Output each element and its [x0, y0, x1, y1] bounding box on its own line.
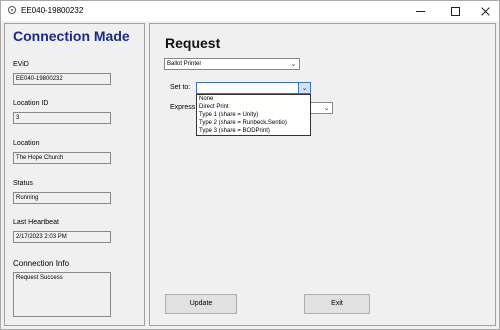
- app-icon: [8, 6, 16, 14]
- location-field: The Hope Church: [13, 152, 111, 164]
- chevron-down-icon: ⌄: [323, 105, 330, 112]
- dropdown-option-none[interactable]: None: [197, 95, 310, 103]
- dropdown-option-type-3[interactable]: Type 3 (share = BODPrint): [197, 127, 310, 135]
- heartbeat-label: Last Heartbeat: [13, 219, 59, 226]
- connection-info-box: Request Success: [13, 272, 111, 317]
- minimize-button[interactable]: [406, 1, 436, 21]
- maximize-button[interactable]: [441, 1, 471, 21]
- close-button[interactable]: [471, 1, 500, 21]
- update-button[interactable]: Update: [165, 294, 237, 314]
- status-field: Running: [13, 192, 111, 204]
- express-label: Express: [170, 104, 196, 111]
- connection-panel: Connection Made EViD EE040-19800232 Loca…: [4, 23, 145, 326]
- heartbeat-field: 2/17/2023 2:03 PM: [13, 231, 111, 243]
- chevron-down-icon: ⌄: [290, 61, 297, 68]
- set-to-label: Set to:: [170, 84, 191, 91]
- window-title: EE040-19800232: [21, 6, 84, 15]
- request-type-value: Ballot Printer: [167, 61, 202, 67]
- connection-heading: Connection Made: [13, 28, 130, 44]
- dropdown-option-type-2[interactable]: Type 2 (share = Runbeck.Sentio): [197, 119, 310, 127]
- request-panel: Request Ballot Printer ⌄ Set to: ⌄ Expre…: [149, 23, 496, 326]
- location-id-label: Location ID: [13, 100, 49, 107]
- dropdown-option-direct-print[interactable]: Direct Print: [197, 103, 310, 111]
- request-heading: Request: [165, 35, 221, 51]
- request-type-select[interactable]: Ballot Printer ⌄: [164, 58, 300, 70]
- app-window: EE040-19800232 Connection Made EViD EE04…: [0, 0, 500, 330]
- dropdown-option-type-1[interactable]: Type 1 (share = Unity): [197, 111, 310, 119]
- status-label: Status: [13, 180, 33, 187]
- exit-button[interactable]: Exit: [304, 294, 370, 314]
- evid-field: EE040-19800232: [13, 73, 111, 85]
- evid-label: EViD: [13, 61, 29, 68]
- location-label: Location: [13, 140, 40, 147]
- express-select[interactable]: ⌄: [310, 102, 333, 114]
- connection-info-label: Connection Info: [13, 259, 70, 268]
- set-to-dropdown-list: None Direct Print Type 1 (share = Unity)…: [196, 94, 311, 136]
- chevron-down-icon: ⌄: [298, 83, 310, 93]
- title-bar: EE040-19800232: [1, 1, 499, 21]
- set-to-select[interactable]: ⌄: [196, 82, 311, 94]
- location-id-field: 3: [13, 112, 111, 124]
